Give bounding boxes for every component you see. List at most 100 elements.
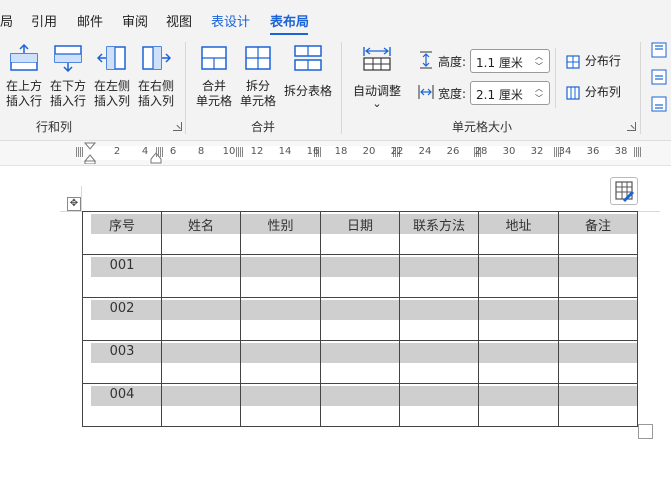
tab-table-layout[interactable]: 表布局 xyxy=(270,11,309,30)
group-label-cell-size: 单元格大小 xyxy=(452,120,513,134)
distribute-rows-label: 分布行 xyxy=(584,54,621,68)
cell-shading xyxy=(321,343,399,363)
spin-down-icon[interactable]: ﹀ xyxy=(535,93,543,104)
column-marker[interactable] xyxy=(634,147,642,157)
insert-above-label-2: 插入行 xyxy=(5,94,42,108)
ribbon: 在上方 插入行 在下方 插入行 在左侧 插入列 在右侧 插入列 行和列 合并 单… xyxy=(0,36,671,141)
autofit-button[interactable]: 自动调整 ⌄ xyxy=(349,42,405,112)
table-cell[interactable]: 姓名 xyxy=(161,211,241,255)
table-cell[interactable] xyxy=(558,340,638,384)
align-middle-icon[interactable] xyxy=(651,69,667,85)
horizontal-ruler[interactable]: 2 4 6 8 10 12 14 16 18 20 22 24 26 28 30 32 34 36 38 xyxy=(0,141,671,166)
tab-view[interactable]: 视图 xyxy=(166,11,192,30)
table-cell[interactable]: 地址 xyxy=(478,211,559,255)
table-cell[interactable] xyxy=(240,383,321,427)
table-cell[interactable] xyxy=(558,383,638,427)
distribute-columns-icon xyxy=(566,85,580,100)
column-marker[interactable] xyxy=(156,147,164,157)
split-cells-icon xyxy=(245,46,271,70)
column-marker[interactable] xyxy=(236,147,244,157)
table-cell[interactable]: 备注 xyxy=(558,211,638,255)
table-cell[interactable] xyxy=(558,254,638,298)
table-cell[interactable] xyxy=(320,297,400,341)
align-bottom-icon[interactable] xyxy=(651,96,667,112)
table-cell[interactable] xyxy=(399,340,479,384)
table-cell[interactable] xyxy=(240,297,321,341)
table-cell[interactable] xyxy=(320,254,400,298)
table-cell[interactable] xyxy=(161,297,241,341)
table-cell[interactable] xyxy=(399,383,479,427)
insert-right-label-2: 插入列 xyxy=(137,94,174,108)
table-cell[interactable]: 联系方法 xyxy=(399,211,479,255)
table-cell[interactable] xyxy=(478,254,559,298)
table-cell[interactable] xyxy=(478,383,559,427)
row-height-input[interactable]: 1.1 厘米 ︿ ﹀ xyxy=(470,49,550,73)
table-cell[interactable] xyxy=(399,297,479,341)
merge-cells-icon xyxy=(201,46,227,70)
table-cell[interactable] xyxy=(320,383,400,427)
table-cell[interactable] xyxy=(478,340,559,384)
data-table[interactable]: 序号 姓名 性别 日期 联系方法 地址 备注 001 002 003 004 xyxy=(82,211,638,427)
distribute-rows-button[interactable]: 分布行 xyxy=(565,52,621,70)
column-width-icon xyxy=(418,85,434,99)
split-table-button[interactable]: 拆分表格 xyxy=(282,42,334,112)
table-cell[interactable]: 003 xyxy=(82,340,162,384)
table-cell[interactable] xyxy=(558,297,638,341)
table-cell[interactable] xyxy=(240,254,321,298)
cell-shading xyxy=(400,257,478,277)
ruler-tick-label: 12 xyxy=(250,146,264,157)
cell-shading xyxy=(241,257,320,277)
table-cell[interactable]: 002 xyxy=(82,297,162,341)
table-cell[interactable]: 001 xyxy=(82,254,162,298)
tab-review[interactable]: 审阅 xyxy=(122,11,148,30)
table-cell[interactable] xyxy=(320,340,400,384)
column-header: 序号 xyxy=(108,219,135,234)
insert-column-right-icon xyxy=(142,46,171,70)
table-cell[interactable]: 日期 xyxy=(320,211,400,255)
table-cell[interactable] xyxy=(161,340,241,384)
tab-references[interactable]: 引用 xyxy=(31,11,57,30)
ruler-tick-label: 32 xyxy=(530,146,544,157)
insert-below-button[interactable]: 在下方 插入行 xyxy=(46,42,90,112)
ruler-tick-label: 18 xyxy=(334,146,348,157)
spin-down-icon[interactable]: ﹀ xyxy=(535,61,543,72)
table-resize-handle-icon[interactable] xyxy=(638,424,653,439)
cell-text: 004 xyxy=(109,387,135,402)
table-cell[interactable] xyxy=(399,254,479,298)
width-label: 宽度: xyxy=(438,87,467,101)
tab-layout[interactable]: 局 xyxy=(0,11,13,30)
insert-above-button[interactable]: 在上方 插入行 xyxy=(2,42,46,112)
table-move-handle-icon[interactable]: ✥ xyxy=(67,197,81,211)
merge-cells-button[interactable]: 合并 单元格 xyxy=(192,42,236,112)
cell-shading xyxy=(479,386,558,406)
rows-cols-dialog-launcher-icon[interactable] xyxy=(173,122,182,131)
table-cell[interactable] xyxy=(161,383,241,427)
cell-shading xyxy=(162,300,240,320)
first-line-indent-marker-icon[interactable] xyxy=(84,142,96,164)
cell-size-dialog-launcher-icon[interactable] xyxy=(627,122,636,131)
group-label-merge: 合并 xyxy=(251,120,276,134)
table-cell[interactable] xyxy=(161,254,241,298)
quick-table-layout-button[interactable] xyxy=(610,177,638,205)
insert-left-button[interactable]: 在左侧 插入列 xyxy=(90,42,134,112)
table-cell[interactable]: 004 xyxy=(82,383,162,427)
table-cell[interactable] xyxy=(240,340,321,384)
table-cell[interactable]: 性别 xyxy=(240,211,321,255)
column-marker[interactable] xyxy=(76,147,84,157)
column-header: 联系方法 xyxy=(412,219,465,234)
insert-right-button[interactable]: 在右侧 插入列 xyxy=(134,42,178,112)
tab-table-design[interactable]: 表设计 xyxy=(211,11,250,30)
insert-column-left-icon xyxy=(97,46,126,70)
group-separator xyxy=(640,42,641,134)
table-row: 002 xyxy=(82,297,638,341)
table-cell[interactable]: 序号 xyxy=(82,211,162,255)
ruler-tick-label: 2 xyxy=(113,146,121,157)
split-cells-button[interactable]: 拆分 单元格 xyxy=(236,42,280,112)
distribute-columns-button[interactable]: 分布列 xyxy=(565,83,621,101)
table-row: 004 xyxy=(82,383,638,427)
align-top-icon[interactable] xyxy=(651,42,667,58)
table-cell[interactable] xyxy=(478,297,559,341)
tab-mailings[interactable]: 邮件 xyxy=(77,11,103,30)
column-header: 地址 xyxy=(505,219,532,234)
column-width-input[interactable]: 2.1 厘米 ︿ ﹀ xyxy=(470,81,550,105)
